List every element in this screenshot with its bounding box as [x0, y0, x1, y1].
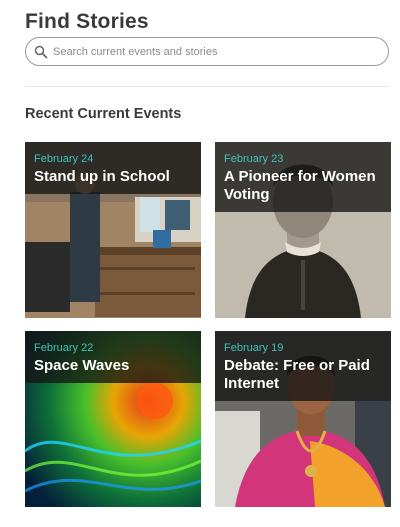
story-caption: February 23 A Pioneer for Women Voting [215, 142, 391, 212]
story-date: February 22 [34, 342, 94, 354]
story-card-pioneer-women-voting[interactable]: February 23 A Pioneer for Women Voting [215, 142, 391, 318]
search-input[interactable]: Search current events and stories [25, 37, 389, 66]
story-card-debate-internet[interactable]: February 19 Debate: Free or Paid Interne… [215, 331, 391, 507]
story-date: February 23 [224, 153, 284, 165]
story-title: Space Waves [34, 357, 130, 374]
story-caption: February 22 Space Waves [25, 331, 201, 383]
story-title: A Pioneer for Women Voting [224, 168, 376, 203]
story-title: Debate: Free or Paid Internet [224, 357, 370, 392]
search-icon [34, 45, 48, 59]
story-title: Stand up in School [34, 168, 170, 185]
story-date: February 24 [34, 153, 94, 165]
search-placeholder: Search current events and stories [53, 45, 218, 58]
story-caption: February 24 Stand up in School [25, 142, 201, 194]
section-title: Recent Current Events [25, 106, 182, 122]
story-card-space-waves[interactable]: February 22 Space Waves [25, 331, 201, 507]
story-card-stand-up-in-school[interactable]: February 24 Stand up in School [25, 142, 201, 318]
page-title: Find Stories [25, 10, 149, 33]
story-caption: February 19 Debate: Free or Paid Interne… [215, 331, 391, 401]
divider [25, 86, 389, 87]
story-date: February 19 [224, 342, 284, 354]
